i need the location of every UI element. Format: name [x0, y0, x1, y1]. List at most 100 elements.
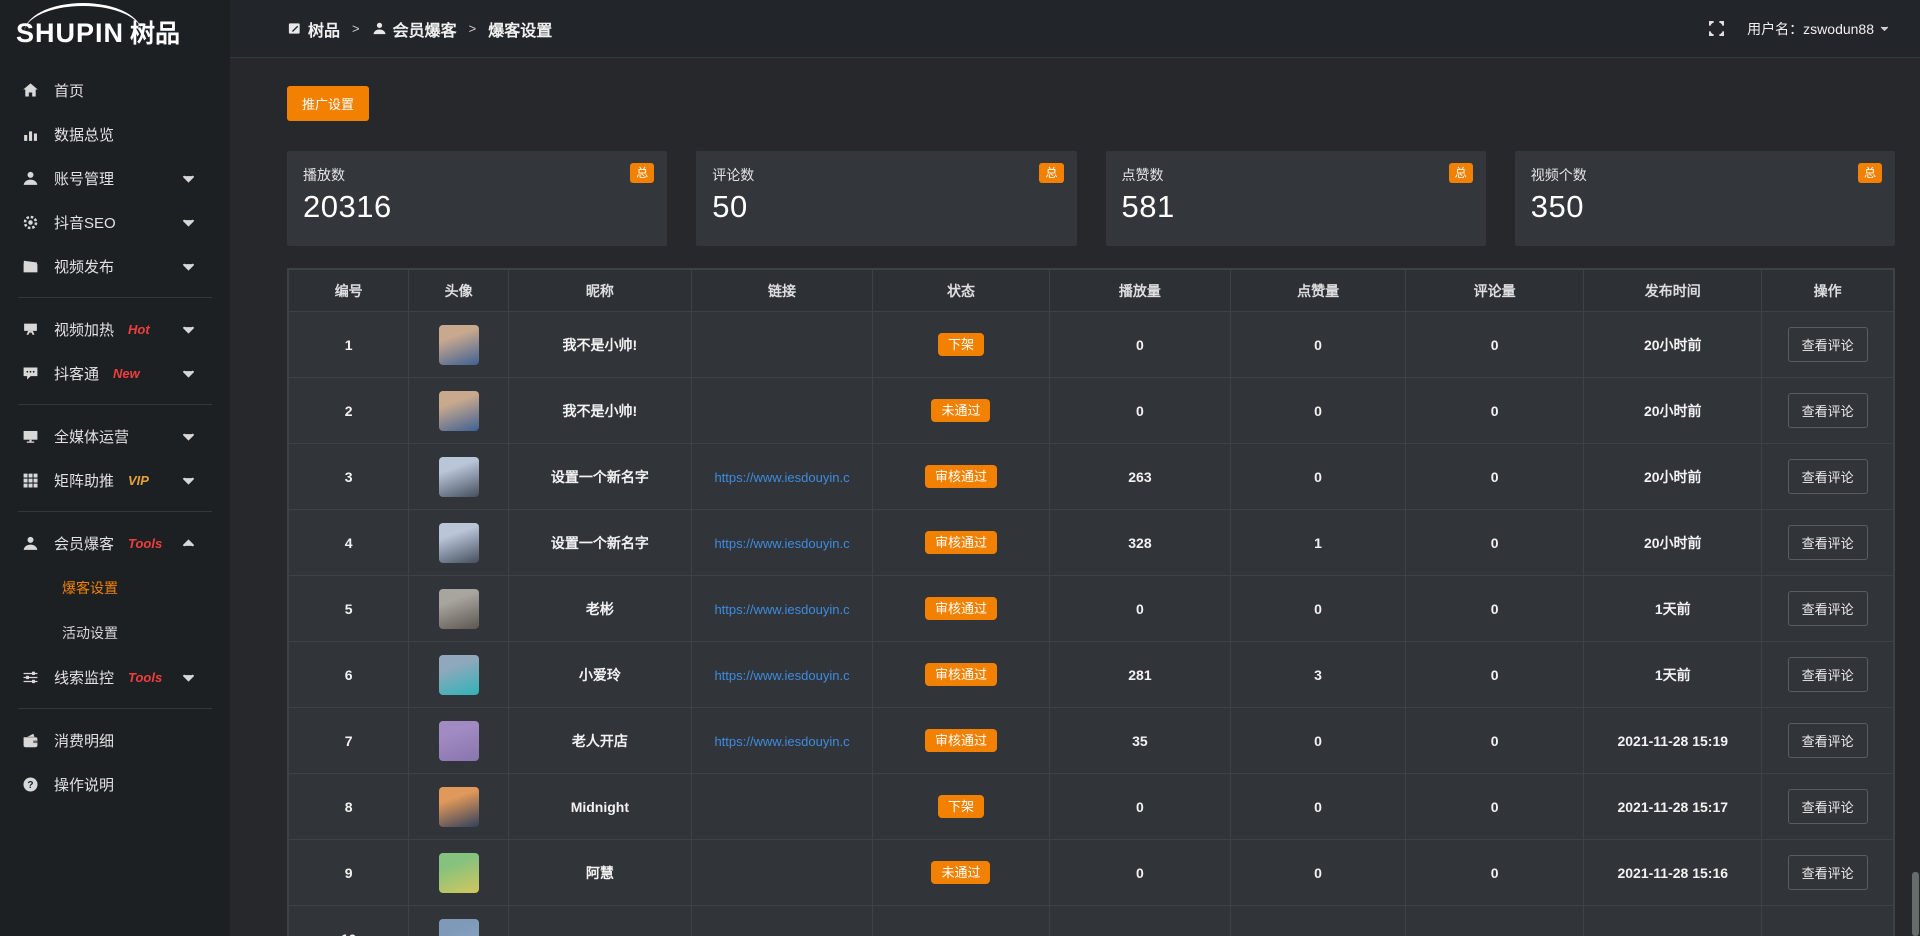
sidebar-item-douketong[interactable]: 抖客通 New — [0, 351, 230, 395]
avatar[interactable] — [439, 721, 479, 761]
cell-publish-time: 20小时前 — [1584, 510, 1762, 576]
cell-actions: 查看评论 — [1762, 642, 1894, 708]
view-comments-button[interactable]: 查看评论 — [1788, 591, 1868, 626]
video-link[interactable]: https://www.iesdouyin.c — [714, 602, 849, 617]
sidebar-item-account-manage[interactable]: 账号管理 — [0, 156, 230, 200]
fullscreen-icon[interactable] — [1708, 20, 1725, 37]
cell-status: 审核通过 — [873, 576, 1050, 642]
video-link[interactable]: https://www.iesdouyin.c — [714, 668, 849, 683]
sidebar-item-video-publish[interactable]: 视频发布 — [0, 244, 230, 288]
sidebar-subitem-baoke-settings[interactable]: 爆客设置 — [0, 565, 230, 610]
table-header-row: 编号头像昵称链接状态播放量点赞量评论量发布时间操作 — [289, 270, 1894, 312]
view-comments-button[interactable]: 查看评论 — [1788, 525, 1868, 560]
member-icon — [22, 535, 39, 552]
sidebar-item-member-baoke[interactable]: 会员爆客Tools — [0, 521, 230, 565]
avatar[interactable] — [439, 919, 479, 936]
user-icon — [372, 21, 387, 36]
topbar-right: 用户名：zswodun88 — [1708, 19, 1890, 39]
cell-nickname: 设置一个新名字 — [508, 444, 691, 510]
scrollbar-thumb[interactable] — [1912, 872, 1919, 936]
view-comments-button[interactable]: 查看评论 — [1788, 459, 1868, 494]
avatar[interactable] — [439, 787, 479, 827]
avatar[interactable] — [439, 655, 479, 695]
table-row: 10 — [289, 906, 1894, 936]
home-icon — [22, 82, 39, 99]
cell-plays: 0 — [1049, 378, 1230, 444]
breadcrumb-item-shupin[interactable]: 树品 — [287, 17, 340, 41]
total-badge: 总 — [1039, 163, 1063, 183]
sidebar-item-data-overview[interactable]: 数据总览 — [0, 112, 230, 156]
column-header: 编号 — [289, 270, 409, 312]
cell-id: 2 — [289, 378, 409, 444]
sidebar-item-consume-detail[interactable]: 消费明细 — [0, 718, 230, 762]
chevron-up-icon — [180, 535, 197, 552]
sidebar-item-clue-monitor[interactable]: 线索监控Tools — [0, 655, 230, 699]
cell-avatar — [409, 312, 509, 378]
sidebar-item-video-heat[interactable]: 视频加热Hot — [0, 307, 230, 351]
sidebar-item-label: 操作说明 — [54, 774, 114, 795]
cell-id: 3 — [289, 444, 409, 510]
cell-nickname: Midnight — [508, 774, 691, 840]
sidebar-subitem-activity-settings[interactable]: 活动设置 — [0, 610, 230, 655]
cell-nickname: 设置一个新名字 — [508, 510, 691, 576]
breadcrumb-item-member-baoke[interactable]: 会员爆客 — [372, 17, 457, 41]
sidebar-item-tag: New — [113, 366, 140, 381]
sidebar-divider — [18, 708, 212, 709]
sidebar-item-douyin-seo[interactable]: 抖音SEO — [0, 200, 230, 244]
promo-settings-button[interactable]: 推广设置 — [287, 86, 369, 121]
video-link[interactable]: https://www.iesdouyin.c — [714, 734, 849, 749]
breadcrumb-label: 会员爆客 — [393, 17, 457, 41]
sidebar-item-label: 矩阵助推 — [54, 470, 114, 491]
avatar[interactable] — [439, 325, 479, 365]
user-menu[interactable]: 用户名：zswodun88 — [1747, 19, 1890, 39]
cell-nickname: 我不是小帅! — [508, 378, 691, 444]
sidebar-divider — [18, 511, 212, 512]
monitor-icon — [22, 428, 39, 445]
status-badge: 下架 — [938, 333, 984, 356]
avatar[interactable] — [439, 391, 479, 431]
sidebar-item-matrix-boost[interactable]: 矩阵助推 VIP — [0, 458, 230, 502]
cell-avatar — [409, 576, 509, 642]
sidebar-item-tag: Hot — [128, 322, 150, 337]
view-comments-button[interactable]: 查看评论 — [1788, 327, 1868, 362]
cell-comments: 0 — [1406, 312, 1584, 378]
view-comments-button[interactable]: 查看评论 — [1788, 393, 1868, 428]
cell-status: 审核通过 — [873, 642, 1050, 708]
user-icon — [22, 170, 39, 187]
cell-status: 审核通过 — [873, 444, 1050, 510]
avatar[interactable] — [439, 589, 479, 629]
doc-icon — [287, 21, 302, 36]
avatar[interactable] — [439, 523, 479, 563]
cell-comments: 0 — [1406, 510, 1584, 576]
cell-likes: 1 — [1231, 510, 1406, 576]
stat-value: 50 — [712, 189, 1060, 225]
sidebar-subitem-label: 爆客设置 — [62, 578, 118, 598]
logo[interactable]: SHUPIN树品 — [0, 0, 230, 58]
sidebar-item-label: 抖客通 — [54, 363, 99, 384]
view-comments-button[interactable]: 查看评论 — [1788, 657, 1868, 692]
cell-id: 1 — [289, 312, 409, 378]
sidebar-item-home[interactable]: 首页 — [0, 68, 230, 112]
breadcrumb-label: 爆客设置 — [488, 17, 552, 41]
sidebar-item-label: 抖音SEO — [54, 212, 116, 233]
avatar[interactable] — [439, 457, 479, 497]
video-link[interactable]: https://www.iesdouyin.c — [714, 470, 849, 485]
avatar[interactable] — [439, 853, 479, 893]
view-comments-button[interactable]: 查看评论 — [1788, 789, 1868, 824]
logo-arc-icon — [24, 3, 142, 33]
sidebar-item-tag: VIP — [128, 473, 149, 488]
breadcrumb-item-baoke-settings: 爆客设置 — [488, 17, 552, 41]
cell-likes: 0 — [1231, 774, 1406, 840]
svg-text:?: ? — [27, 780, 33, 791]
sidebar-item-all-media-operation[interactable]: 全媒体运营 — [0, 414, 230, 458]
view-comments-button[interactable]: 查看评论 — [1788, 723, 1868, 758]
view-comments-button[interactable]: 查看评论 — [1788, 855, 1868, 890]
sidebar-item-operation-guide[interactable]: ? 操作说明 — [0, 762, 230, 806]
video-link[interactable]: https://www.iesdouyin.c — [714, 536, 849, 551]
cell-avatar — [409, 840, 509, 906]
chevron-down-icon — [180, 669, 197, 686]
column-header: 评论量 — [1406, 270, 1584, 312]
table-row: 4设置一个新名字https://www.iesdouyin.c审核通过32810… — [289, 510, 1894, 576]
stat-label: 点赞数 — [1122, 165, 1470, 185]
cell-likes: 0 — [1231, 576, 1406, 642]
